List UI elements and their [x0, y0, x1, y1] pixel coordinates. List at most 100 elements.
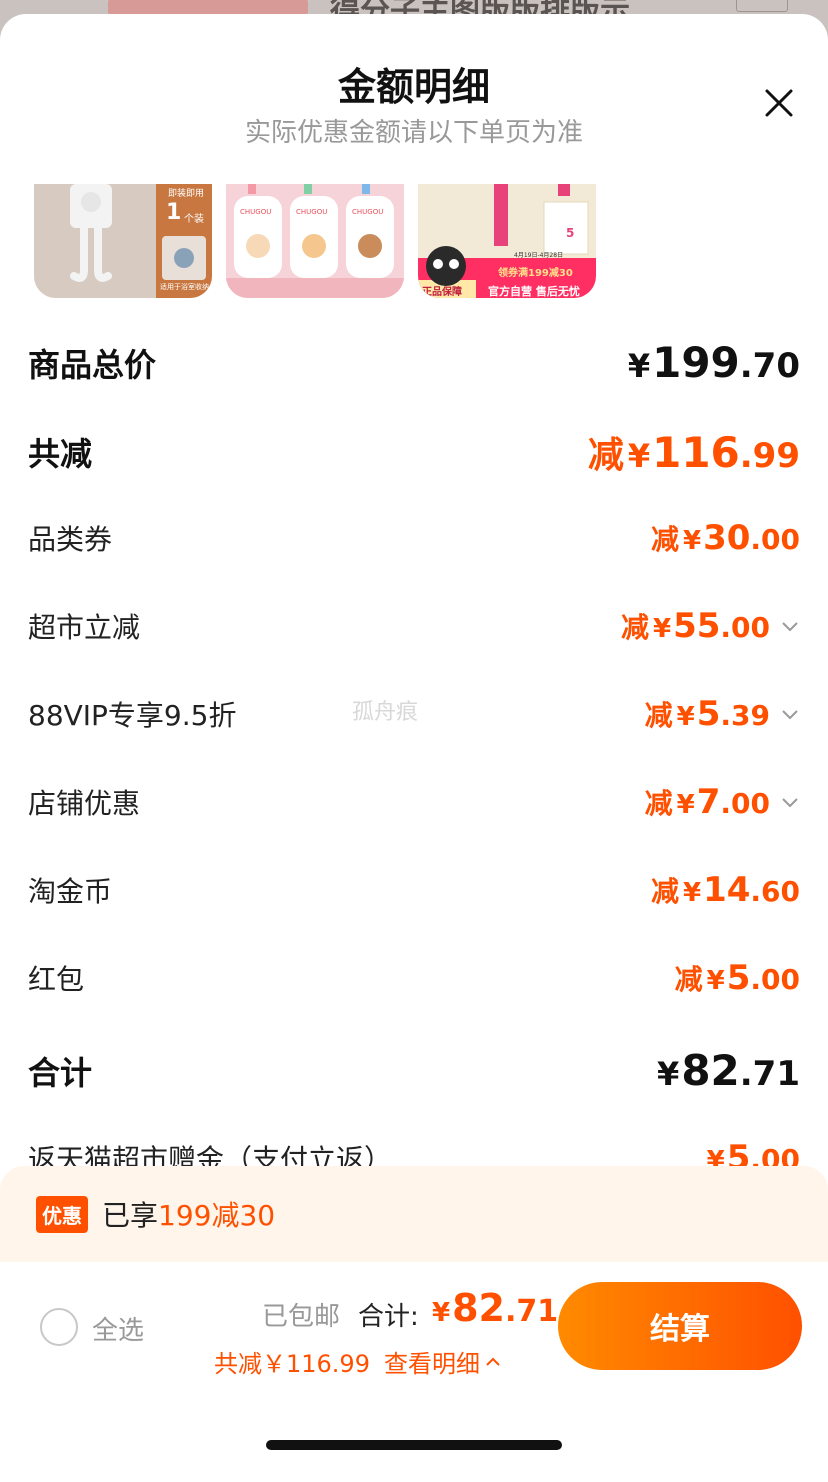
discount-prefix: 减 — [644, 787, 673, 820]
discount-amount: 减 ¥ 7 .00 — [645, 782, 800, 822]
sum-row: 合计 ¥ 82 .71 — [28, 1046, 800, 1095]
select-all-radio[interactable] — [40, 1308, 78, 1346]
discount-prefix: 减 — [587, 435, 624, 476]
thumb-banner: 领券满199减30 — [498, 268, 573, 279]
saved-summary: 共减￥116.99 查看明细 — [214, 1344, 502, 1379]
thumb-caption-bottom: 适用于浴室收纳 — [160, 283, 209, 291]
bottle-label: CHUGOU — [240, 208, 272, 216]
thumb-count-unit: 个装 — [184, 214, 204, 225]
total-discount-label: 共减 — [28, 435, 93, 473]
amount-decimal: .70 — [739, 346, 800, 386]
watermark: 孤舟痕 — [352, 700, 419, 725]
home-indicator — [266, 1440, 562, 1450]
currency-symbol: ¥ — [432, 1298, 451, 1328]
amount-integer: 82 — [452, 1286, 505, 1330]
currency-symbol: ¥ — [652, 614, 672, 644]
discount-prefix: 减 — [644, 699, 673, 732]
discount-amount: 减 ¥ 55 .00 — [621, 606, 800, 646]
view-detail-link[interactable]: 查看明细 — [384, 1344, 502, 1379]
chevron-up-icon — [486, 1357, 500, 1366]
discount-label: 红包 — [28, 963, 85, 996]
promo-tag: 优惠 — [36, 1195, 88, 1233]
thumb-badge: 5 — [566, 226, 575, 240]
thumb-caption-top: 即装即用 — [168, 189, 205, 199]
chevron-down-icon[interactable] — [780, 704, 800, 724]
thumb-count: 1 — [166, 200, 182, 225]
amount-integer: 14 — [703, 870, 751, 910]
discount-amount: 减 ¥ 5 .00 — [675, 958, 800, 998]
discount-row-category-coupon: 品类券 减 ¥ 30 .00 — [28, 518, 800, 558]
amount-integer: 116 — [652, 428, 740, 477]
thumb-footer-right: 官方自营 售后无忧 — [488, 285, 580, 298]
discount-amount: 减 ¥ 14 .60 — [651, 870, 800, 910]
currency-symbol: ¥ — [627, 437, 651, 475]
amount-decimal: .00 — [750, 523, 800, 556]
background-more-button — [736, 0, 788, 12]
goods-total-amount: ¥ 199 .70 — [628, 338, 800, 387]
promo-bar: 优惠 已享 199减30 — [0, 1166, 828, 1262]
total-label: 合计: — [358, 1302, 419, 1332]
discount-label: 淘金币 — [28, 875, 113, 908]
amount-integer: 199 — [652, 338, 740, 387]
amount-decimal: .39 — [720, 699, 770, 732]
sum-label: 合计 — [28, 1053, 93, 1092]
product-thumbnail-tmall[interactable]: 4月19日-4月28日 5 领券满199减30 正品保障 官方自营 售后无忧 — [418, 184, 596, 298]
discount-prefix: 减 — [620, 611, 649, 644]
amount-decimal: .71 — [504, 1294, 559, 1329]
discount-label: 超市立减 — [28, 611, 141, 644]
amount-decimal: .00 — [720, 611, 770, 644]
promo-highlight: 199减30 — [158, 1199, 276, 1232]
amount-integer: 82 — [681, 1046, 740, 1095]
discount-prefix: 减 — [674, 963, 703, 996]
amount-decimal: .71 — [739, 1054, 800, 1094]
view-detail-label: 查看明细 — [383, 1350, 480, 1378]
discount-label: 88VIP专享9.5折 — [28, 699, 237, 732]
product-thumbnail-bottles[interactable]: CHUGOU CHUGOU CHUGOU — [226, 184, 404, 298]
background-image — [108, 0, 308, 14]
goods-total-row: 商品总价 ¥ 199 .70 — [28, 338, 800, 387]
amount-decimal: .00 — [750, 963, 800, 996]
sum-amount: ¥ 82 .71 — [657, 1046, 800, 1095]
sheet-title: 金额明细 — [337, 65, 490, 109]
amount-integer: 30 — [703, 518, 751, 558]
amount-integer: 7 — [696, 782, 721, 822]
discount-row-store[interactable]: 店铺优惠 减 ¥ 7 .00 — [28, 782, 800, 822]
discount-label: 店铺优惠 — [28, 787, 141, 820]
currency-symbol: ¥ — [657, 1055, 680, 1093]
currency-symbol: ¥ — [676, 790, 695, 820]
amount-decimal: .00 — [720, 787, 770, 820]
product-thumbnail-hook[interactable]: 即装即用 1 个装 适用于浴室收纳 — [34, 184, 212, 298]
currency-symbol: ¥ — [627, 347, 651, 385]
bottle-label: CHUGOU — [352, 208, 384, 216]
total-discount-row: 共减 减 ¥ 116 .99 — [28, 426, 800, 478]
discount-prefix: 减 — [650, 523, 679, 556]
checkout-button[interactable]: 结算 — [558, 1282, 802, 1370]
footer-total-amount: ¥ 82 .71 — [432, 1286, 558, 1330]
thumb-footer-left: 正品保障 — [422, 287, 462, 298]
discount-amount: 减 ¥ 30 .00 — [651, 518, 800, 558]
amount-integer: 5 — [696, 694, 721, 734]
currency-symbol: ¥ — [682, 526, 702, 556]
shipping-label: 已包邮 — [262, 1302, 341, 1332]
discount-row-supermarket[interactable]: 超市立减 减 ¥ 55 .00 — [28, 606, 800, 646]
amount-integer: 55 — [673, 606, 721, 646]
bottle-label: CHUGOU — [296, 208, 328, 216]
discount-row-red-packet: 红包 减 ¥ 5 .00 — [28, 958, 800, 998]
total-discount-amount: 减 ¥ 116 .99 — [588, 426, 800, 478]
thumb-date: 4月19日-4月28日 — [514, 252, 564, 259]
amount-integer: 5 — [726, 958, 751, 998]
amount-decimal: .99 — [739, 436, 800, 476]
discount-amount: 减 ¥ 5 .39 — [645, 694, 800, 734]
sheet-subtitle: 实际优惠金额请以下单页为准 — [244, 118, 583, 148]
saved-text: 共减￥116.99 — [214, 1350, 370, 1378]
discount-row-taojinbi: 淘金币 减 ¥ 14 .60 — [28, 870, 800, 910]
currency-symbol: ¥ — [682, 878, 702, 908]
discount-label: 品类券 — [28, 523, 113, 556]
currency-symbol: ¥ — [706, 966, 725, 996]
currency-symbol: ¥ — [676, 702, 695, 732]
discount-prefix: 减 — [650, 875, 679, 908]
select-all-label[interactable]: 全选 — [92, 1310, 144, 1347]
chevron-down-icon[interactable] — [780, 616, 800, 636]
close-icon[interactable] — [760, 84, 798, 122]
chevron-down-icon[interactable] — [780, 792, 800, 812]
